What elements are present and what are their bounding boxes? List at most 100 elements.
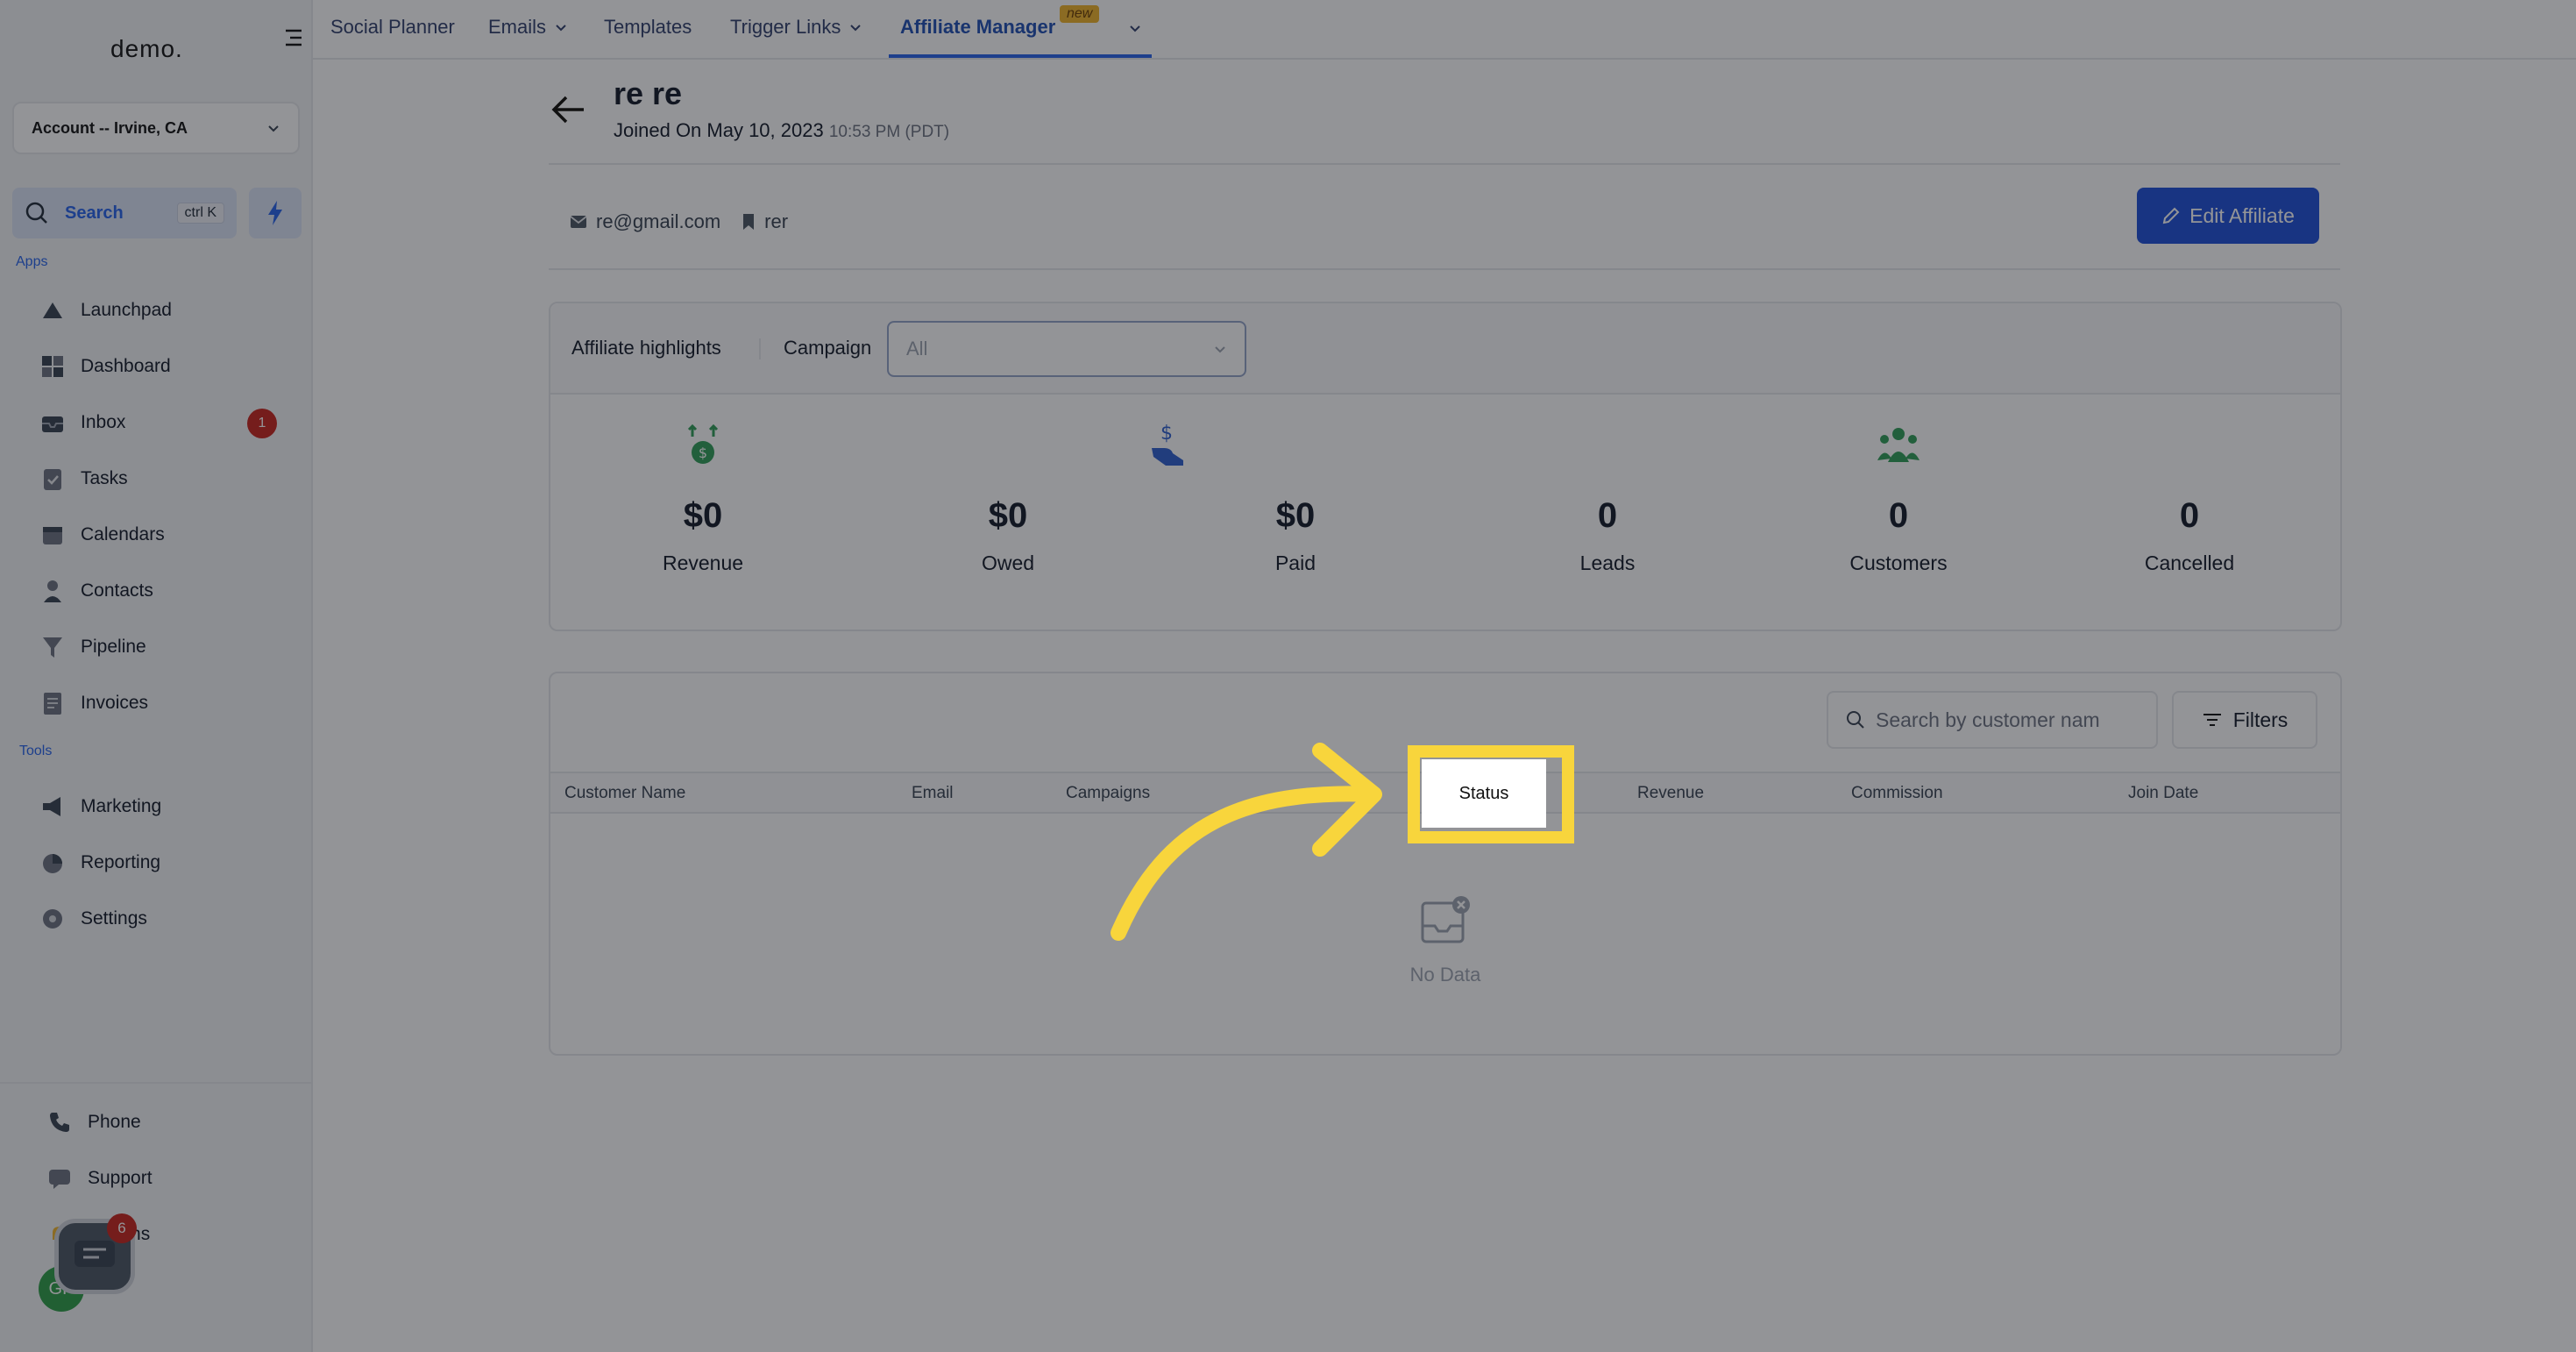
- search-placeholder: Search by customer nam: [1876, 708, 2100, 731]
- joined-date: Joined On May 10, 2023 10:53 PM (PDT): [614, 119, 949, 142]
- highlights-header: Affiliate highlights Campaign All: [550, 303, 2340, 395]
- sidebar-item-label: Support: [88, 1168, 153, 1188]
- active-tab-indicator: [889, 54, 1152, 58]
- search-label: Search: [65, 203, 124, 223]
- mail-icon: [570, 216, 587, 228]
- sidebar-item-pipeline[interactable]: Pipeline: [39, 630, 146, 665]
- clipboard-check-icon: [39, 465, 67, 493]
- tab-social-planner[interactable]: Social Planner: [330, 16, 455, 39]
- column-campaigns[interactable]: Campaigns: [1066, 784, 1150, 803]
- money-growth-icon: $: [687, 423, 719, 464]
- sidebar-item-label: Settings: [81, 908, 147, 929]
- edit-affiliate-label: Edit Affiliate: [2189, 203, 2295, 227]
- bookmark-icon: [743, 214, 755, 230]
- inbox-count-badge: 1: [247, 409, 277, 438]
- campaign-select-value: All: [906, 338, 928, 359]
- search-shortcut: ctrl K: [176, 203, 224, 224]
- sidebar-item-invoices[interactable]: Invoices: [39, 686, 148, 721]
- tab-label: Social Planner: [330, 16, 455, 38]
- stat-value: 0: [1597, 496, 1618, 535]
- tab-label: Templates: [604, 16, 692, 38]
- sidebar-item-label: Inbox: [81, 412, 126, 432]
- filter-funnel-icon: [39, 633, 67, 661]
- tab-emails[interactable]: Emails: [488, 16, 567, 39]
- empty-state-text: No Data: [1409, 964, 1481, 986]
- rocket-icon: [39, 296, 67, 324]
- back-arrow-icon[interactable]: [549, 89, 589, 130]
- stat-paid: $ $0 Paid: [1152, 417, 1401, 575]
- affiliate-contact: re@gmail.com rer: [570, 210, 788, 233]
- new-badge: new: [1060, 5, 1100, 23]
- collapse-menu-icon[interactable]: [282, 26, 305, 49]
- stat-value: $0: [988, 496, 1028, 535]
- stat-value: $0: [1275, 496, 1316, 535]
- edit-affiliate-button[interactable]: Edit Affiliate: [2137, 188, 2319, 244]
- column-email[interactable]: Email: [912, 784, 954, 803]
- sidebar-item-settings[interactable]: Settings: [39, 901, 147, 936]
- customer-search-input[interactable]: Search by customer nam: [1827, 691, 2158, 749]
- stat-label: Cancelled: [2144, 551, 2235, 574]
- top-navigation: Social Planner Emails Templates Trigger …: [313, 0, 2576, 60]
- affiliate-name: re re: [614, 75, 683, 111]
- sidebar-item-tasks[interactable]: Tasks: [39, 461, 128, 496]
- joined-text: Joined On May 10, 2023: [614, 119, 824, 141]
- affiliate-code: rer: [764, 210, 789, 232]
- tab-affiliate-manager[interactable]: Affiliate Manager: [900, 16, 1055, 39]
- stat-leads: 0 Leads: [1502, 417, 1713, 575]
- sidebar-item-label: Calendars: [81, 524, 165, 544]
- campaign-label: Campaign: [784, 337, 872, 359]
- column-revenue[interactable]: Revenue: [1637, 784, 1704, 803]
- chevron-down-icon[interactable]: [1128, 21, 1142, 35]
- stat-value: 0: [2179, 496, 2200, 535]
- sidebar-item-label: Reporting: [81, 852, 161, 872]
- column-commission[interactable]: Commission: [1851, 784, 1943, 803]
- inbox-icon: [39, 409, 67, 437]
- affiliate-highlights-card: Affiliate highlights Campaign All $ $0 R…: [549, 302, 2342, 631]
- lightning-icon: [268, 201, 282, 225]
- stat-label: Leads: [1579, 551, 1636, 574]
- sidebar-item-calendars[interactable]: Calendars: [39, 517, 165, 552]
- joined-time: 10:53 PM (PDT): [828, 123, 950, 141]
- people-group-icon: [1877, 428, 1920, 462]
- filters-button[interactable]: Filters: [2172, 691, 2317, 749]
- sidebar-divider: [0, 1082, 313, 1084]
- phone-icon: [46, 1108, 74, 1136]
- sidebar-item-reporting[interactable]: Reporting: [39, 845, 160, 880]
- pencil-icon: [2162, 207, 2180, 224]
- sidebar-item-label: Pipeline: [81, 637, 146, 657]
- tab-templates[interactable]: Templates: [604, 16, 692, 39]
- divider: [759, 338, 761, 359]
- sidebar-item-inbox[interactable]: Inbox: [39, 405, 125, 440]
- sidebar-item-phone[interactable]: Phone: [46, 1105, 141, 1140]
- chat-support-icon: [46, 1164, 74, 1192]
- sidebar-item-marketing[interactable]: Marketing: [39, 789, 161, 824]
- account-switcher[interactable]: Account -- Irvine, CA: [12, 102, 300, 154]
- highlight-frame: [1408, 745, 1574, 843]
- empty-inbox-icon: [1421, 896, 1470, 943]
- quick-actions-button[interactable]: [249, 188, 302, 238]
- affiliate-email: re@gmail.com: [596, 210, 721, 232]
- tab-label: Emails: [488, 16, 547, 38]
- sidebar-item-contacts[interactable]: Contacts: [39, 573, 153, 608]
- sidebar-item-label: Invoices: [81, 693, 149, 713]
- chat-count-badge: 6: [107, 1213, 137, 1243]
- campaign-select[interactable]: All: [887, 321, 1246, 377]
- column-join-date[interactable]: Join Date: [2128, 784, 2198, 803]
- customers-table-card: Search by customer nam Filters Customer …: [549, 672, 2342, 1056]
- sidebar-item-support[interactable]: Support: [46, 1161, 153, 1196]
- search-icon: [25, 202, 47, 224]
- gear-icon: [39, 905, 67, 933]
- column-customer-name[interactable]: Customer Name: [564, 784, 685, 803]
- sidebar-item-label: Launchpad: [81, 300, 172, 320]
- stat-label: Revenue: [662, 551, 744, 574]
- tab-trigger-links[interactable]: Trigger Links: [730, 16, 862, 39]
- logo: demo.: [110, 35, 183, 62]
- calendar-icon: [39, 521, 67, 549]
- stat-value: 0: [1888, 496, 1909, 535]
- sidebar-item-label: Marketing: [81, 796, 162, 816]
- divider: [549, 268, 2340, 270]
- sidebar-item-dashboard[interactable]: Dashboard: [39, 349, 171, 384]
- sidebar-search[interactable]: Search ctrl K: [12, 188, 237, 238]
- svg-text:$: $: [1160, 423, 1173, 445]
- sidebar-item-launchpad[interactable]: Launchpad: [39, 293, 172, 328]
